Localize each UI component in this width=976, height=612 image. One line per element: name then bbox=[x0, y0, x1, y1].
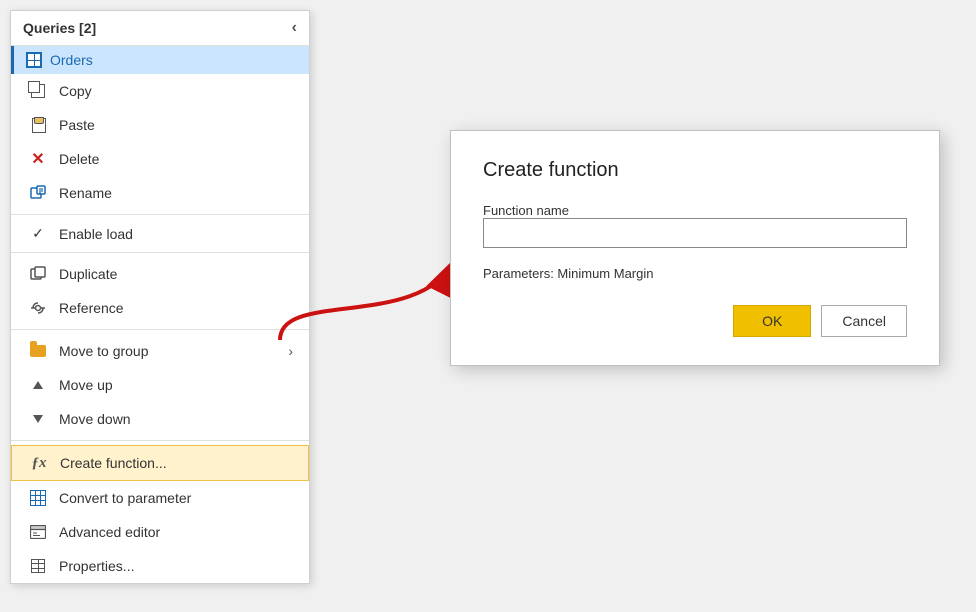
orders-label: Orders bbox=[50, 52, 93, 68]
context-menu-panel: Queries [2] ‹ Orders Copy Paste ✕ Delete bbox=[10, 10, 310, 584]
dialog-title: Create function bbox=[483, 159, 907, 182]
panel-header: Queries [2] ‹ bbox=[11, 11, 309, 46]
ok-button[interactable]: OK bbox=[733, 305, 811, 337]
collapse-button[interactable]: ‹ bbox=[292, 19, 297, 37]
rename-label: Rename bbox=[59, 185, 293, 201]
dialog-buttons: OK Cancel bbox=[483, 305, 907, 337]
function-name-label: Function name bbox=[483, 203, 569, 218]
menu-item-reference[interactable]: Reference bbox=[11, 291, 309, 325]
separator-2 bbox=[11, 252, 309, 253]
separator-1 bbox=[11, 214, 309, 215]
menu-item-move-down[interactable]: Move down bbox=[11, 402, 309, 436]
duplicate-label: Duplicate bbox=[59, 266, 293, 282]
menu-item-rename[interactable]: Rename bbox=[11, 176, 309, 210]
convert-label: Convert to parameter bbox=[59, 490, 293, 506]
menu-item-paste[interactable]: Paste bbox=[11, 108, 309, 142]
rename-icon bbox=[27, 182, 49, 204]
cancel-button[interactable]: Cancel bbox=[821, 305, 907, 337]
menu-item-create-function[interactable]: ƒx Create function... bbox=[11, 445, 309, 481]
move-to-group-label: Move to group bbox=[59, 343, 288, 359]
orders-item[interactable]: Orders bbox=[11, 46, 309, 74]
reference-icon bbox=[27, 297, 49, 319]
move-up-label: Move up bbox=[59, 377, 293, 393]
copy-icon bbox=[27, 80, 49, 102]
delete-icon: ✕ bbox=[27, 148, 49, 170]
create-function-label: Create function... bbox=[60, 455, 292, 471]
menu-item-move-up[interactable]: Move up bbox=[11, 368, 309, 402]
enable-load-label: Enable load bbox=[59, 226, 133, 242]
duplicate-icon bbox=[27, 263, 49, 285]
function-name-input[interactable] bbox=[483, 218, 907, 248]
move-down-label: Move down bbox=[59, 411, 293, 427]
checkmark-icon: ✓ bbox=[27, 225, 49, 242]
reference-label: Reference bbox=[59, 300, 293, 316]
menu-item-convert-to-parameter[interactable]: Convert to parameter bbox=[11, 481, 309, 515]
fx-icon: ƒx bbox=[28, 452, 50, 474]
menu-item-properties[interactable]: Properties... bbox=[11, 549, 309, 583]
menu-item-advanced-editor[interactable]: Advanced editor bbox=[11, 515, 309, 549]
properties-label: Properties... bbox=[59, 558, 293, 574]
menu-item-copy[interactable]: Copy bbox=[11, 74, 309, 108]
menu-item-delete[interactable]: ✕ Delete bbox=[11, 142, 309, 176]
create-function-dialog: Create function Function name Parameters… bbox=[450, 130, 940, 366]
delete-label: Delete bbox=[59, 151, 293, 167]
submenu-arrow-icon: › bbox=[288, 343, 293, 359]
advanced-editor-label: Advanced editor bbox=[59, 524, 293, 540]
menu-item-enable-load[interactable]: ✓ Enable load bbox=[11, 219, 309, 248]
menu-item-move-to-group[interactable]: Move to group › bbox=[11, 334, 309, 368]
advanced-editor-icon bbox=[27, 521, 49, 543]
parameters-info: Parameters: Minimum Margin bbox=[483, 266, 907, 281]
menu-item-duplicate[interactable]: Duplicate bbox=[11, 257, 309, 291]
paste-icon bbox=[27, 114, 49, 136]
folder-icon bbox=[27, 340, 49, 362]
paste-label: Paste bbox=[59, 117, 293, 133]
move-up-icon bbox=[27, 374, 49, 396]
table-icon bbox=[26, 52, 42, 68]
properties-icon bbox=[27, 555, 49, 577]
panel-title: Queries [2] bbox=[23, 20, 96, 36]
move-down-icon bbox=[27, 408, 49, 430]
copy-label: Copy bbox=[59, 83, 293, 99]
convert-icon bbox=[27, 487, 49, 509]
separator-4 bbox=[11, 440, 309, 441]
separator-3 bbox=[11, 329, 309, 330]
